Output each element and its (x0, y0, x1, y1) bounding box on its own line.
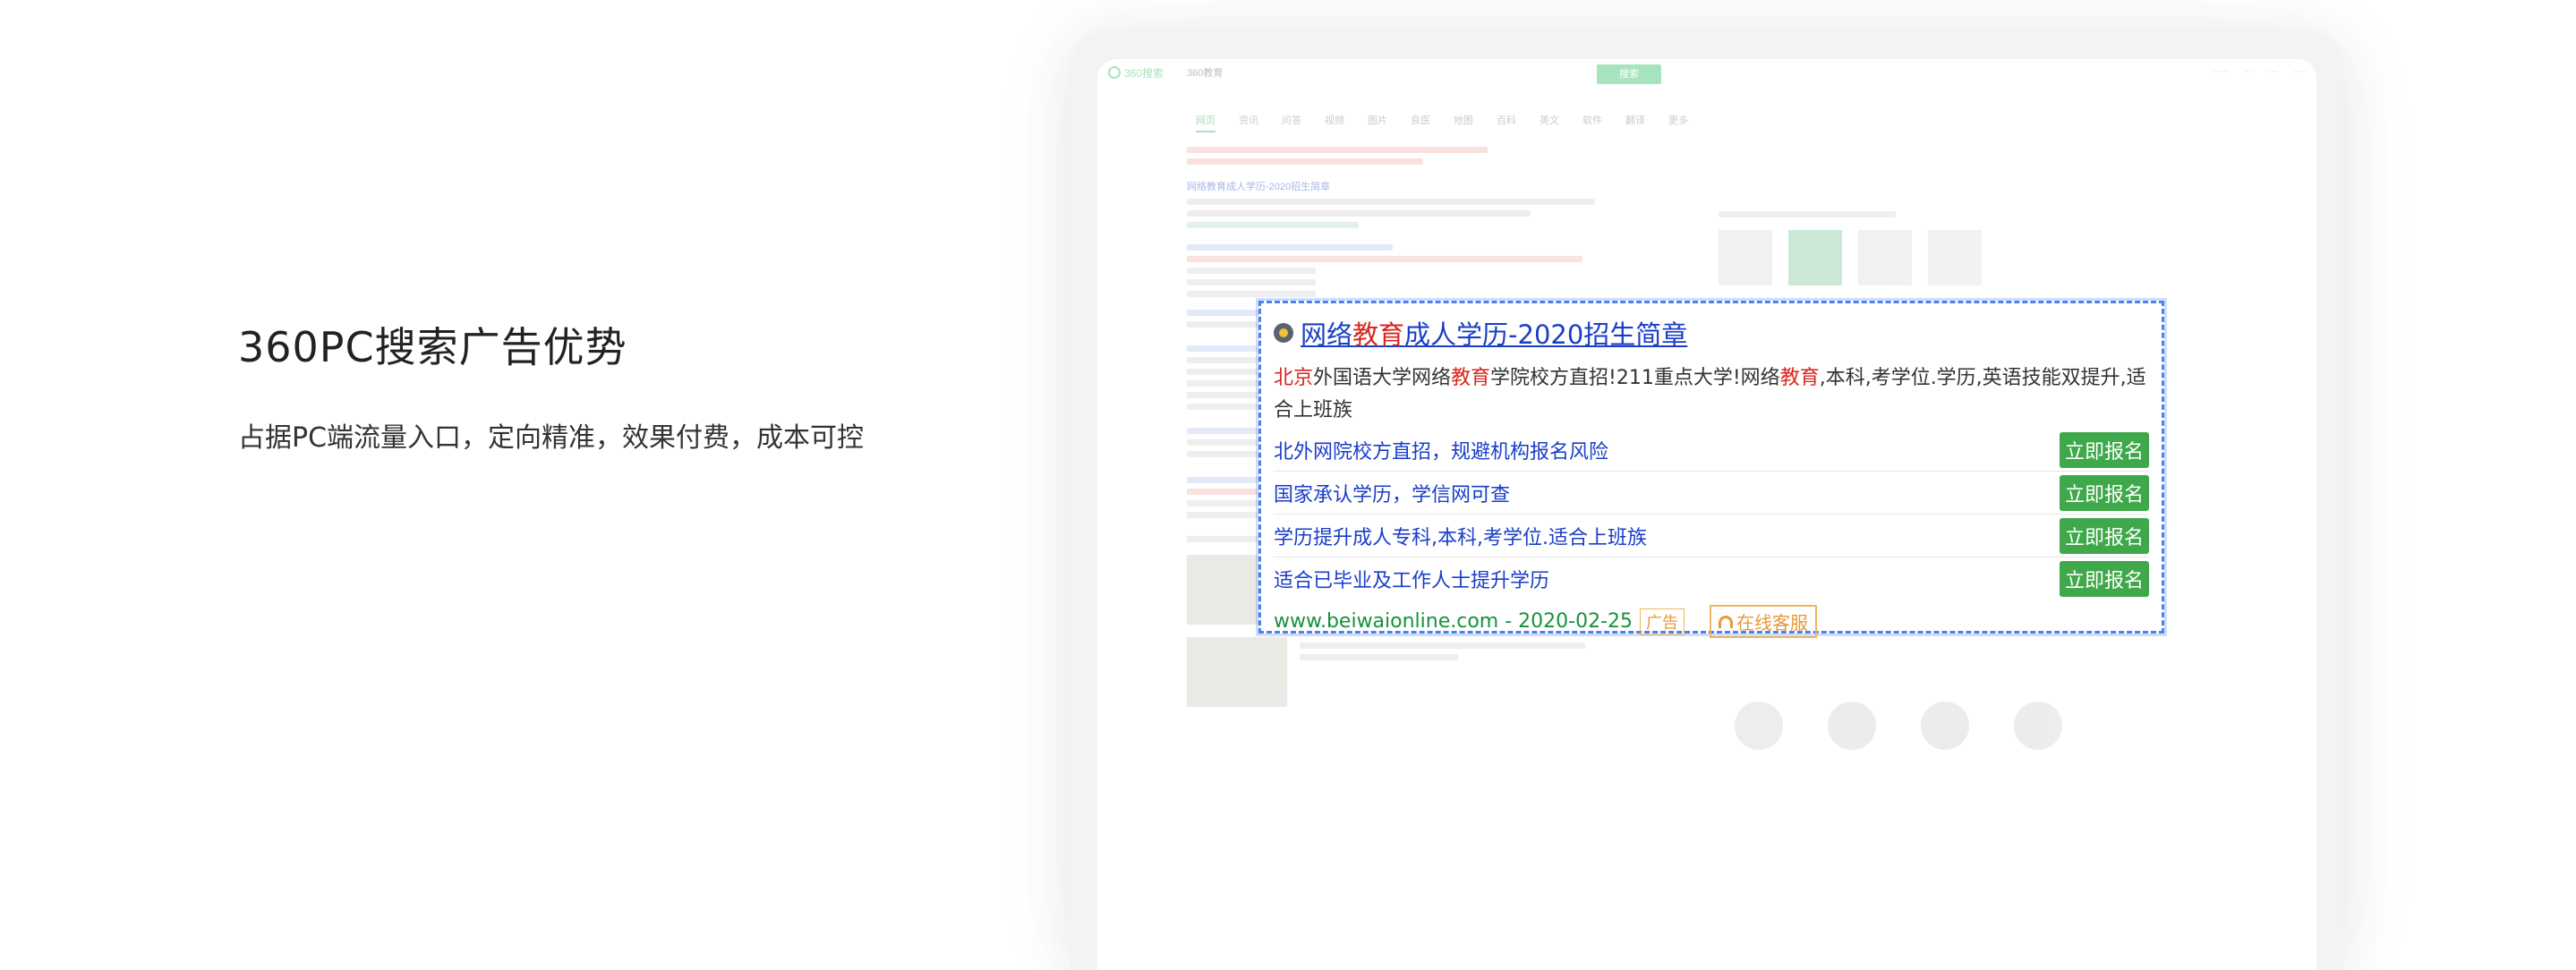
intro-block: 360PC搜索广告优势 占据PC端流量入口，定向精准，效果付费，成本可控 (238, 315, 864, 455)
tab[interactable]: 资讯 (1239, 113, 1258, 132)
sidebar-card[interactable] (1928, 230, 1982, 285)
sitelink-label[interactable]: 学历提升成人专科,本科,考学位.适合上班族 (1274, 522, 1647, 550)
text-line (1187, 199, 1595, 205)
top-link[interactable]: ··· (2294, 66, 2304, 77)
tab[interactable]: 英文 (1540, 113, 1559, 132)
top-link[interactable]: ·· (2246, 66, 2252, 77)
tab[interactable]: 地图 (1454, 113, 1473, 132)
top-link[interactable]: ··· (2268, 66, 2278, 77)
tab[interactable]: 更多 (1668, 113, 1688, 132)
enroll-button[interactable]: 立即报名 (2059, 560, 2149, 597)
online-service-label: 在线客服 (1736, 612, 1809, 634)
sidebar-icon[interactable] (1828, 702, 1876, 750)
text-line (1719, 211, 1896, 217)
tab-web[interactable]: 网页 (1196, 113, 1215, 132)
sitelink-label[interactable]: 适合已毕业及工作人士提升学历 (1274, 565, 1549, 593)
ad-tag: 广告 (1640, 608, 1685, 635)
top-link[interactable]: ····· (2213, 66, 2229, 77)
search-button[interactable]: 搜索 (1597, 64, 1661, 84)
search-tabs: 网页 资讯 问答 视频 图片 良医 地图 百科 英文 软件 翻译 更多 (1196, 113, 1688, 132)
ad-header: 网络教育成人学历-2020招生简章 (1274, 314, 2149, 352)
tab[interactable]: 问答 (1282, 113, 1301, 132)
ad-url[interactable]: www.beiwaionline.com - 2020-02-25 (1274, 610, 1633, 633)
ad-title-link[interactable]: 网络教育成人学历-2020招生简章 (1301, 314, 1687, 352)
sitelink-label[interactable]: 国家承认学历，学信网可查 (1274, 479, 1510, 507)
tab[interactable]: 百科 (1497, 113, 1516, 132)
sitelink-label[interactable]: 北外网院校方直招，规避机构报名风险 (1274, 436, 1608, 464)
text-line (1187, 291, 1316, 297)
news-item[interactable] (1187, 637, 1616, 707)
headset-icon (1719, 615, 1734, 628)
tab[interactable]: 良医 (1411, 113, 1430, 132)
enroll-button[interactable]: 立即报名 (2059, 517, 2149, 554)
sitelink-row: 北外网院校方直招，规避机构报名风险 立即报名 (1274, 429, 2149, 472)
sitelink-row: 学历提升成人专科,本科,考学位.适合上班族 立即报名 (1274, 515, 2149, 557)
search-logo[interactable]: 360搜索 (1108, 65, 1164, 81)
verified-badge-icon (1274, 323, 1293, 343)
sitelink-row: 适合已毕业及工作人士提升学历 立即报名 (1274, 557, 2149, 600)
sidebar-cards (1719, 230, 2014, 285)
right-sidebar (1719, 206, 2014, 285)
sidebar-card[interactable] (1858, 230, 1912, 285)
text-line (1187, 279, 1316, 285)
sidebar-icon[interactable] (2014, 702, 2062, 750)
logo-icon (1108, 66, 1121, 79)
tab[interactable]: 视频 (1325, 113, 1344, 132)
sidebar-card[interactable] (1788, 230, 1842, 285)
top-links: ····· ·· ··· ··· (2213, 66, 2304, 77)
ad-description: 北京外国语大学网络教育学院校方直招!211重点大学!网络教育,本科,考学位.学历… (1274, 367, 2146, 421)
news-thumbnail (1187, 637, 1287, 707)
ad-footer: www.beiwaionline.com - 2020-02-25 广告 在线客… (1274, 605, 2149, 638)
tab[interactable]: 软件 (1582, 113, 1602, 132)
text-line (1187, 222, 1359, 228)
sidebar-card[interactable] (1719, 230, 1772, 285)
sidebar-icons (1735, 702, 2062, 750)
intro-title: 360PC搜索广告优势 (238, 323, 627, 371)
browser-topbar: 360搜索 360教育 搜索 ····· ·· ··· ··· (1097, 59, 2316, 86)
text-line (1187, 210, 1531, 217)
tab[interactable]: 图片 (1368, 113, 1387, 132)
online-service-button[interactable]: 在线客服 (1710, 605, 1818, 638)
enroll-button[interactable]: 立即报名 (2059, 431, 2149, 468)
sidebar-icon[interactable] (1735, 702, 1783, 750)
logo-text: 360搜索 (1124, 66, 1164, 80)
intro-subtitle: 占据PC端流量入口，定向精准，效果付费，成本可控 (238, 422, 865, 454)
text-line (1187, 158, 1423, 165)
sitelink-row: 国家承认学历，学信网可查 立即报名 (1274, 472, 2149, 515)
enroll-button[interactable]: 立即报名 (2059, 474, 2149, 511)
search-ad-card: 网络教育成人学历-2020招生简章 北京外国语大学网络教育学院校方直招!211重… (1258, 301, 2164, 638)
sidebar-icon[interactable] (1921, 702, 1969, 750)
result-title[interactable]: 网络教育成人学历-2020招生简章 (1187, 179, 1616, 193)
text-line (1187, 256, 1582, 262)
text-line (1187, 268, 1316, 274)
text-line (1187, 244, 1394, 251)
search-query[interactable]: 360教育 (1187, 65, 1223, 80)
tab[interactable]: 翻译 (1625, 113, 1645, 132)
text-line (1187, 147, 1488, 153)
ad-sitelinks: 北外网院校方直招，规避机构报名风险 立即报名 国家承认学历，学信网可查 立即报名… (1274, 429, 2149, 600)
